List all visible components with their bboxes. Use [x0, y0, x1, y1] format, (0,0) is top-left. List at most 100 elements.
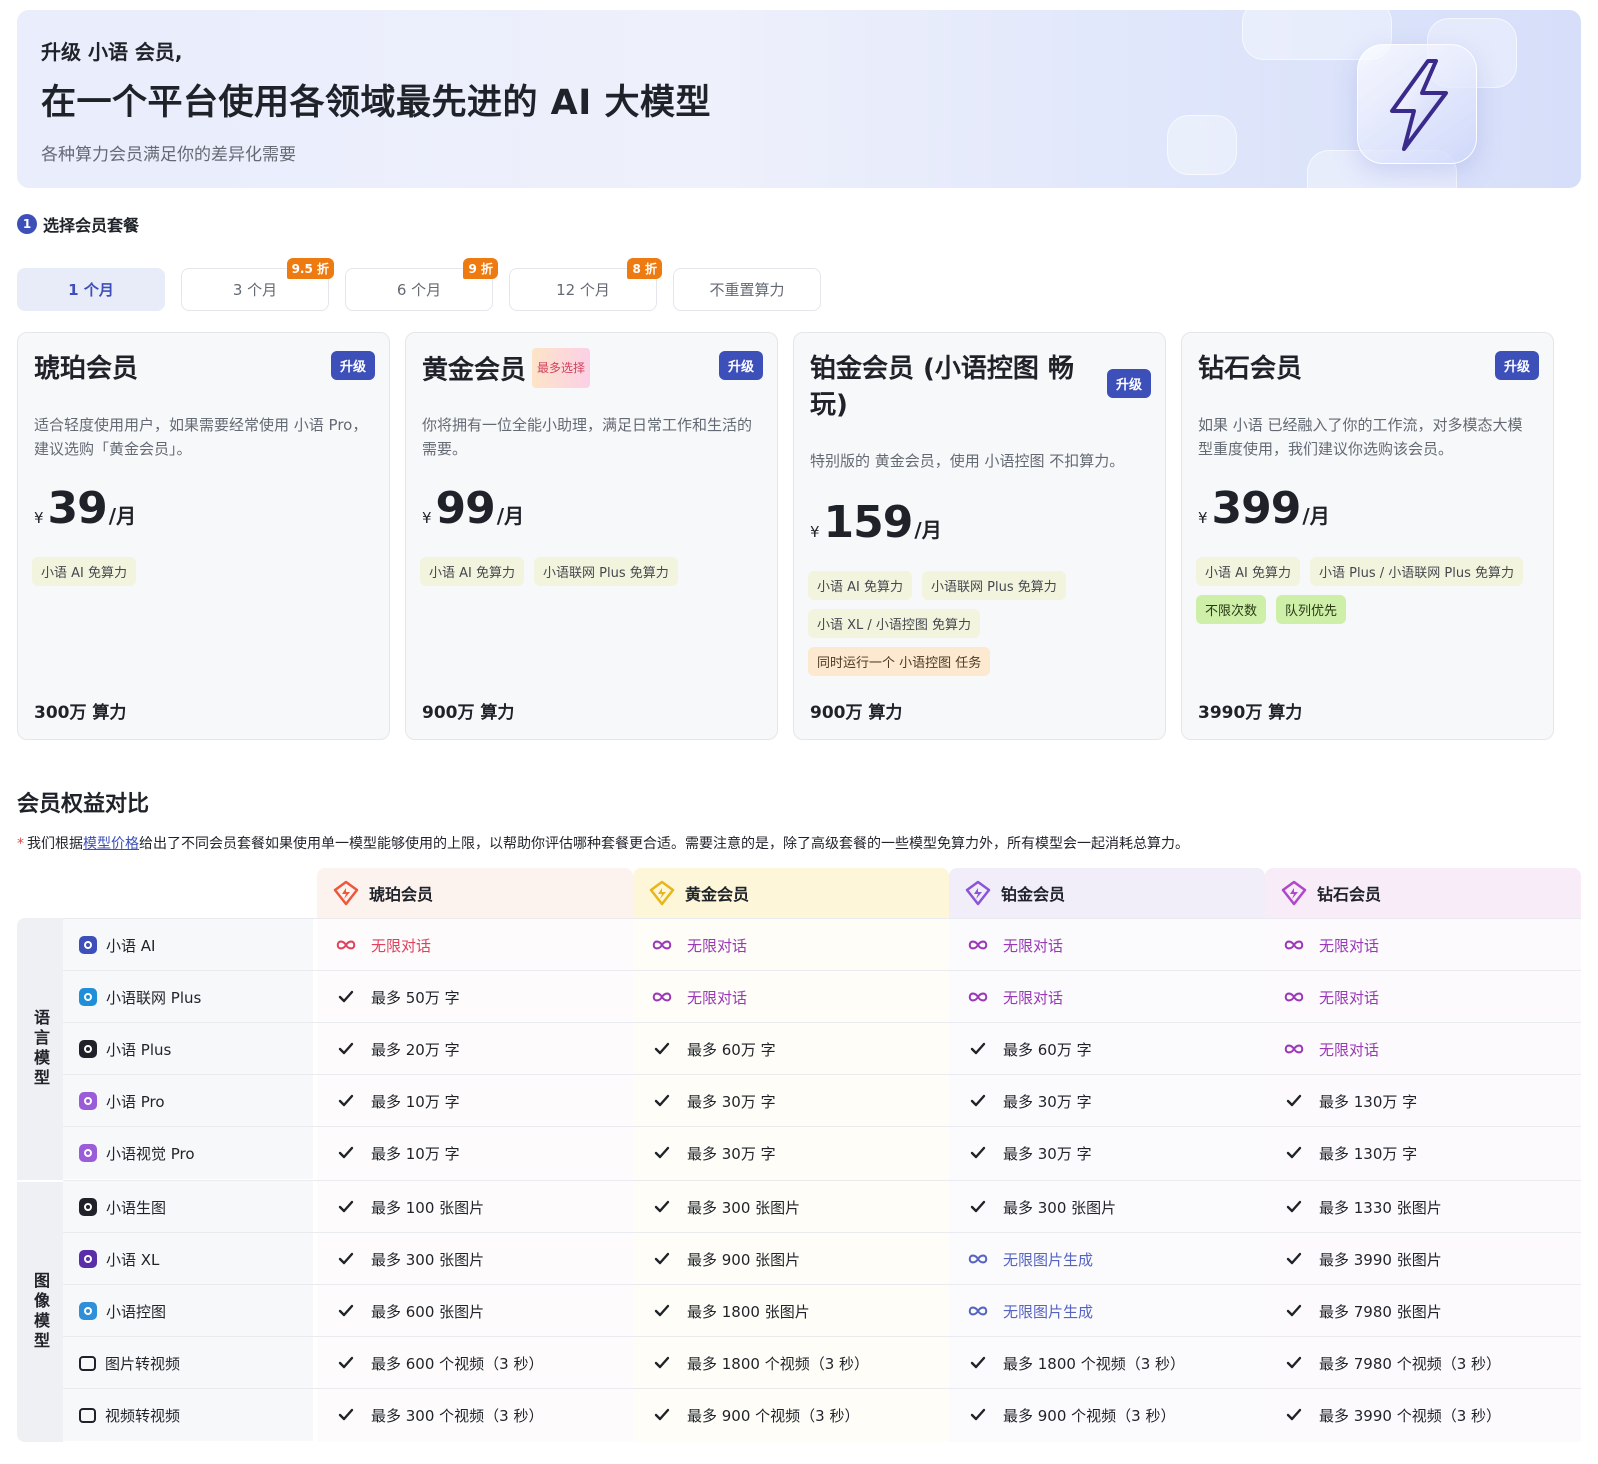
tab-label: 3 个月: [232, 281, 278, 299]
tab-12-months[interactable]: 12 个月 8 折: [509, 258, 662, 311]
cell-value: 无限对话: [1003, 936, 1064, 955]
table-cell: 无限对话: [317, 919, 633, 971]
tab-3-months[interactable]: 3 个月 9.5 折: [181, 258, 334, 311]
header-diamond: 钻石会员: [1265, 868, 1581, 918]
table-cell: 最多 900 张图片: [633, 1233, 949, 1285]
table-row: 小语控图 最多 600 张图片 最多 1800 张图片 无限图片生成 最多 7980 张…: [63, 1284, 1581, 1337]
check-icon: [1283, 1408, 1305, 1422]
plan-tags: 小语 AI 免算力 小语联网 Plus 免算力: [420, 557, 765, 586]
feature-tag: 小语 XL / 小语控图 免算力: [808, 609, 981, 638]
category-language-models: 语言模型: [17, 918, 63, 1180]
plan-card-amber[interactable]: 琥珀会员 升级 适合轻度使用用户，如果需要经常使用 小语 Pro，建议选购「黄金…: [17, 332, 390, 740]
upgrade-button[interactable]: 升级: [1106, 369, 1151, 398]
plan-name: 铂金会员 (小语控图 畅玩): [810, 354, 1074, 420]
plan-name: 琥珀会员: [34, 354, 139, 384]
infinity-icon: [967, 938, 989, 952]
cell-value: 无限对话: [1319, 936, 1380, 955]
table-row: 小语 Pro 最多 10万 字 最多 30万 字 最多 30万 字 最多 130万 字: [63, 1074, 1581, 1127]
table-cell: 无限对话: [633, 919, 949, 971]
cell-value: 最多 3990 张图片: [1319, 1250, 1442, 1269]
cell-value: 最多 10万 字: [371, 1144, 460, 1163]
plan-card-diamond[interactable]: 钻石会员 升级 如果 小语 已经融入了你的工作流，对多模态大模型重度使用，我们建…: [1181, 332, 1554, 740]
xiaoyu-vision-pro-icon: [79, 1144, 97, 1162]
model-label: 视频转视频: [63, 1389, 313, 1441]
model-name: 小语 AI: [106, 936, 156, 955]
check-icon: [651, 1252, 673, 1266]
plan-description: 适合轻度使用用户，如果需要经常使用 小语 Pro，建议选购「黄金会员」。: [34, 416, 368, 458]
check-icon: [967, 1094, 989, 1108]
table-cell: 最多 30万 字: [949, 1075, 1265, 1127]
gold-diamond-icon: [649, 880, 675, 906]
plan-card-gold[interactable]: 黄金会员 最多选择 升级 你将拥有一位全能小助理，满足日常工作和生活的需要。 ¥ …: [405, 332, 778, 740]
check-icon: [651, 1146, 673, 1160]
table-cell: 最多 900 个视频（3 秒）: [633, 1389, 949, 1441]
check-icon: [1283, 1200, 1305, 1214]
step-number: 1: [17, 214, 37, 234]
cell-value: 最多 1330 张图片: [1319, 1198, 1442, 1217]
xiaoyu-xl-icon: [79, 1250, 97, 1268]
tab-no-reset[interactable]: 不重置算力: [673, 268, 821, 311]
table-cell: 最多 20万 字: [317, 1023, 633, 1075]
infinity-icon: [967, 1252, 989, 1266]
header-amber: 琥珀会员: [317, 868, 633, 918]
tab-1-month[interactable]: 1 个月: [17, 268, 165, 311]
platinum-diamond-icon: [965, 880, 991, 906]
model-label: 小语 XL: [63, 1233, 313, 1285]
tab-label: 6 个月: [396, 281, 442, 299]
cell-value: 最多 130万 字: [1319, 1144, 1418, 1163]
cell-value: 无限对话: [1319, 1040, 1380, 1059]
model-label: 小语视觉 Pro: [63, 1127, 313, 1179]
model-name: 小语视觉 Pro: [106, 1144, 195, 1163]
price-amount: 159: [823, 497, 914, 548]
model-label: 小语控图: [63, 1285, 313, 1337]
cell-value: 最多 300 个视频（3 秒）: [371, 1406, 544, 1425]
table-row: 小语 AI 无限对话 无限对话 无限对话 无限对话: [63, 918, 1581, 971]
infinity-icon: [651, 990, 673, 1004]
discount-badge: 8 折: [627, 258, 662, 279]
upgrade-button[interactable]: 升级: [718, 351, 763, 380]
upgrade-button[interactable]: 升级: [1494, 351, 1539, 380]
check-icon: [967, 1146, 989, 1160]
cell-value: 无限图片生成: [1003, 1302, 1094, 1321]
most-chosen-badge: 最多选择: [532, 348, 591, 388]
plan-card-platinum[interactable]: 铂金会员 (小语控图 畅玩) 升级 特别版的 黄金会员，使用 小语控图 不扣算力…: [793, 332, 1166, 740]
check-icon: [1283, 1146, 1305, 1160]
cell-value: 最多 7980 个视频（3 秒）: [1319, 1354, 1502, 1373]
xiaoyu-control-icon: [79, 1302, 97, 1320]
plan-tags: 小语 AI 免算力 小语联网 Plus 免算力 小语 XL / 小语控图 免算力…: [808, 571, 1153, 676]
discount-badge: 9 折: [463, 258, 498, 279]
table-cell: 最多 50万 字: [317, 971, 633, 1023]
category-label: 图像模型: [31, 1272, 50, 1352]
model-price-link[interactable]: 模型价格: [83, 836, 139, 852]
table-cell: 无限对话: [1265, 919, 1581, 971]
table-cell: 无限对话: [1265, 1023, 1581, 1075]
check-icon: [335, 1356, 357, 1370]
price-amount: 99: [435, 483, 496, 534]
header-platinum: 铂金会员: [949, 868, 1265, 918]
cell-value: 最多 60万 字: [687, 1040, 776, 1059]
infinity-icon: [1283, 938, 1305, 952]
table-cell: 无限图片生成: [949, 1233, 1265, 1285]
tab-6-months[interactable]: 6 个月 9 折: [345, 258, 498, 311]
table-cell: 最多 300 张图片: [949, 1181, 1265, 1233]
upgrade-button[interactable]: 升级: [330, 351, 375, 380]
check-icon: [651, 1304, 673, 1318]
model-label: 小语生图: [63, 1181, 313, 1233]
xiaoyu-web-plus-icon: [79, 988, 97, 1006]
feature-tag: 不限次数: [1196, 595, 1267, 624]
check-icon: [651, 1042, 673, 1056]
price-amount: 399: [1211, 483, 1302, 534]
cell-value: 最多 50万 字: [371, 988, 460, 1007]
table-cell: 无限图片生成: [949, 1285, 1265, 1337]
amber-diamond-icon: [333, 880, 359, 906]
table-cell: 最多 300 张图片: [633, 1181, 949, 1233]
xiaoyu-ai-icon: [79, 936, 97, 954]
cell-value: 最多 300 张图片: [1003, 1198, 1117, 1217]
plan-description: 特别版的 黄金会员，使用 小语控图 不扣算力。: [810, 452, 1125, 470]
cell-value: 最多 30万 字: [687, 1092, 776, 1111]
discount-badge: 9.5 折: [286, 258, 334, 279]
cell-value: 无限对话: [1003, 988, 1064, 1007]
model-name: 小语控图: [106, 1302, 167, 1321]
check-icon: [967, 1200, 989, 1214]
table-cell: 最多 1800 个视频（3 秒）: [633, 1337, 949, 1389]
